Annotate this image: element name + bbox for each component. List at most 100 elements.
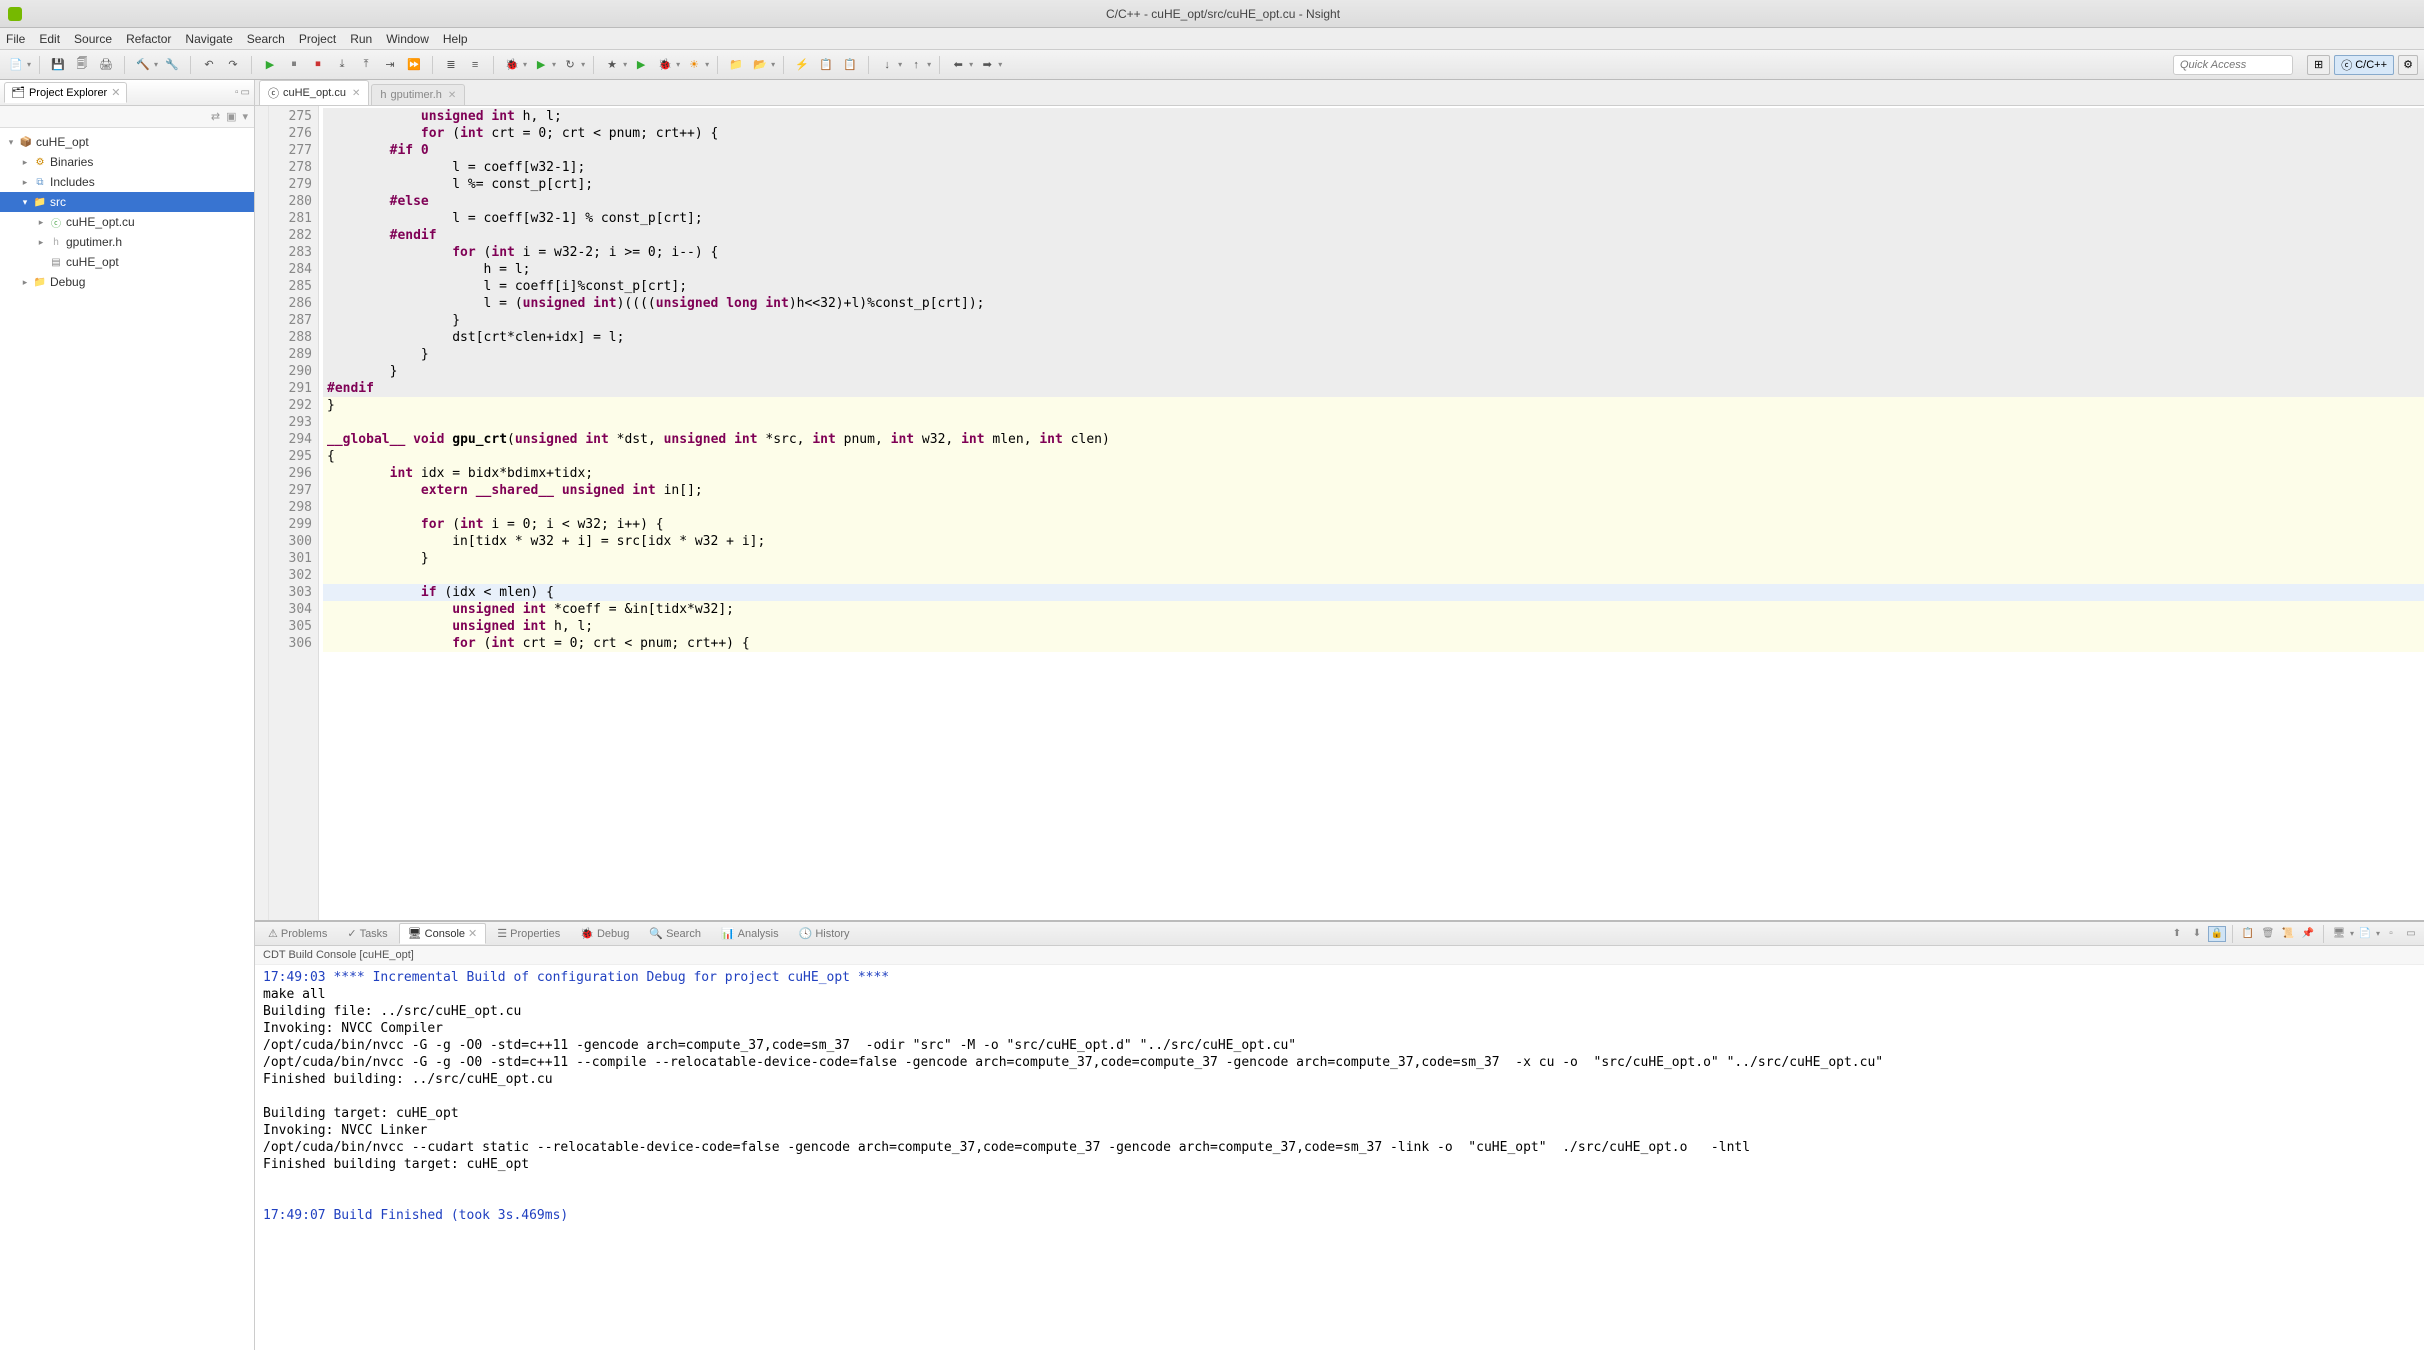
- code-line[interactable]: l = (unsigned int)((((unsigned long int)…: [323, 295, 2424, 312]
- console-output[interactable]: 17:49:03 **** Incremental Build of confi…: [255, 965, 2424, 1350]
- bottom-tab-problems[interactable]: ⚠Problems: [259, 923, 336, 944]
- suspend-icon[interactable]: ⏸: [284, 55, 304, 75]
- menu-run[interactable]: Run: [350, 32, 372, 46]
- code-line[interactable]: dst[crt*clen+idx] = l;: [323, 329, 2424, 346]
- bottom-tab-debug[interactable]: 🐞Debug: [571, 923, 638, 944]
- dropdown-arrow-icon[interactable]: ▾: [705, 60, 709, 69]
- dropdown-arrow-icon[interactable]: ▾: [927, 60, 931, 69]
- code-line[interactable]: int idx = bidx*bdimx+tidx;: [323, 465, 2424, 482]
- dropdown-arrow-icon[interactable]: ▾: [771, 60, 775, 69]
- menu-search[interactable]: Search: [247, 32, 285, 46]
- code-line[interactable]: [323, 414, 2424, 431]
- view-menu-icon[interactable]: ▾: [242, 110, 248, 123]
- menu-help[interactable]: Help: [443, 32, 468, 46]
- display-console-icon[interactable]: 🖥: [2330, 926, 2348, 942]
- bottom-tab-search[interactable]: 🔍Search: [640, 923, 710, 944]
- redo-icon[interactable]: ↷: [223, 55, 243, 75]
- debug-last-icon[interactable]: 🐞: [655, 55, 675, 75]
- twist-icon[interactable]: ▾: [6, 137, 16, 148]
- save-icon[interactable]: 💾: [48, 55, 68, 75]
- tree-includes[interactable]: ▸ ⧉ Includes: [0, 172, 254, 192]
- code-line[interactable]: in[tidx * w32 + i] = src[idx * w32 + i];: [323, 533, 2424, 550]
- tab-close-icon[interactable]: ✕: [111, 86, 120, 99]
- twist-icon[interactable]: ▸: [20, 177, 30, 188]
- scroll-up-icon[interactable]: ⬆: [2168, 926, 2186, 942]
- open-console-icon[interactable]: 📄: [2356, 926, 2374, 942]
- menu-window[interactable]: Window: [386, 32, 429, 46]
- dropdown-arrow-icon[interactable]: ▾: [623, 60, 627, 69]
- back-icon[interactable]: ⬅: [948, 55, 968, 75]
- dropdown-arrow-icon[interactable]: ▾: [969, 60, 973, 69]
- bottom-tab-analysis[interactable]: 📊Analysis: [712, 923, 788, 944]
- tree-file[interactable]: ▸ ⓒ cuHE_opt.cu: [0, 212, 254, 232]
- quick-access-input[interactable]: [2173, 55, 2293, 75]
- code-line[interactable]: extern __shared__ unsigned int in[];: [323, 482, 2424, 499]
- editor-tab[interactable]: ⓒcuHE_opt.cu✕: [259, 80, 369, 105]
- save-all-icon[interactable]: 🗐: [72, 55, 92, 75]
- scroll-lock-icon[interactable]: 🔒: [2208, 926, 2226, 942]
- menu-navigate[interactable]: Navigate: [185, 32, 232, 46]
- copy-icon[interactable]: 📋: [2239, 926, 2257, 942]
- code-line[interactable]: unsigned int h, l;: [323, 618, 2424, 635]
- view-minimize-icon[interactable]: ▫: [235, 87, 239, 98]
- collapse-all-icon[interactable]: ▣: [226, 110, 236, 123]
- dropdown-arrow-icon[interactable]: ▾: [154, 60, 158, 69]
- debug-icon[interactable]: 🐞: [502, 55, 522, 75]
- code-line[interactable]: }: [323, 550, 2424, 567]
- close-icon[interactable]: ✕: [352, 88, 360, 99]
- toggle-breadcrumb-icon[interactable]: ⚡: [792, 55, 812, 75]
- open-element-icon[interactable]: 📂: [750, 55, 770, 75]
- coverage-icon[interactable]: ☀: [684, 55, 704, 75]
- code-line[interactable]: #endif: [323, 380, 2424, 397]
- code-line[interactable]: for (int i = 0; i < w32; i++) {: [323, 516, 2424, 533]
- code-line[interactable]: }: [323, 397, 2424, 414]
- min-icon[interactable]: ▫: [2382, 926, 2400, 942]
- line-number-gutter[interactable]: 2752762772782792802812822832842852862872…: [269, 106, 319, 920]
- bottom-tab-history[interactable]: 🕓History: [790, 923, 859, 944]
- toggle-icon[interactable]: ≡: [465, 55, 485, 75]
- editor[interactable]: 2752762772782792802812822832842852862872…: [255, 106, 2424, 920]
- menu-edit[interactable]: Edit: [39, 32, 60, 46]
- code-line[interactable]: l %= const_p[crt];: [323, 176, 2424, 193]
- close-icon[interactable]: ✕: [468, 927, 477, 940]
- run-last-icon[interactable]: ▶: [631, 55, 651, 75]
- step-over-icon[interactable]: ⤒: [356, 55, 376, 75]
- tree-project[interactable]: ▾ 📦 cuHE_opt: [0, 132, 254, 152]
- dropdown-arrow-icon[interactable]: ▾: [898, 60, 902, 69]
- code-line[interactable]: l = coeff[i]%const_p[crt];: [323, 278, 2424, 295]
- run-icon[interactable]: ▶: [531, 55, 551, 75]
- tree-binaries[interactable]: ▸ ⚙ Binaries: [0, 152, 254, 172]
- tree-file[interactable]: ▸ h gputimer.h: [0, 232, 254, 252]
- code-line[interactable]: l = coeff[w32-1] % const_p[crt];: [323, 210, 2424, 227]
- new-icon[interactable]: 📄: [6, 55, 26, 75]
- close-icon[interactable]: ✕: [448, 90, 456, 101]
- dropdown-arrow-icon[interactable]: ▾: [523, 60, 527, 69]
- menu-source[interactable]: Source: [74, 32, 112, 46]
- code-line[interactable]: [323, 499, 2424, 516]
- editor-tab[interactable]: hgputimer.h✕: [371, 84, 465, 105]
- code-line[interactable]: l = coeff[w32-1];: [323, 159, 2424, 176]
- next-annotation-icon[interactable]: ↓: [877, 55, 897, 75]
- dropdown-arrow-icon[interactable]: ▾: [552, 60, 556, 69]
- tree-debug[interactable]: ▸ 📁 Debug: [0, 272, 254, 292]
- tree-src[interactable]: ▾ 📁 src: [0, 192, 254, 212]
- dropdown-arrow-icon[interactable]: ▾: [2376, 929, 2380, 938]
- code-line[interactable]: __global__ void gpu_crt(unsigned int *ds…: [323, 431, 2424, 448]
- open-perspective-button[interactable]: ⊞: [2307, 55, 2330, 75]
- code-line[interactable]: for (int i = w32-2; i >= 0; i--) {: [323, 244, 2424, 261]
- bottom-tab-tasks[interactable]: ✓Tasks: [338, 923, 396, 944]
- project-tree[interactable]: ▾ 📦 cuHE_opt ▸ ⚙ Binaries ▸ ⧉ Includes ▾…: [0, 128, 254, 1350]
- menu-refactor[interactable]: Refactor: [126, 32, 171, 46]
- code-line[interactable]: for (int crt = 0; crt < pnum; crt++) {: [323, 125, 2424, 142]
- task-icon[interactable]: 📋: [816, 55, 836, 75]
- favorites-icon[interactable]: ★: [602, 55, 622, 75]
- bottom-tab-properties[interactable]: ☰Properties: [488, 923, 569, 944]
- max-icon[interactable]: ▭: [2402, 926, 2420, 942]
- marker-bar[interactable]: [255, 106, 269, 920]
- code-line[interactable]: }: [323, 346, 2424, 363]
- prev-annotation-icon[interactable]: ↑: [906, 55, 926, 75]
- twist-icon[interactable]: ▸: [36, 237, 46, 248]
- twist-icon[interactable]: ▸: [36, 217, 46, 228]
- view-maximize-icon[interactable]: ▭: [241, 87, 250, 98]
- code-line[interactable]: if (idx < mlen) {: [323, 584, 2424, 601]
